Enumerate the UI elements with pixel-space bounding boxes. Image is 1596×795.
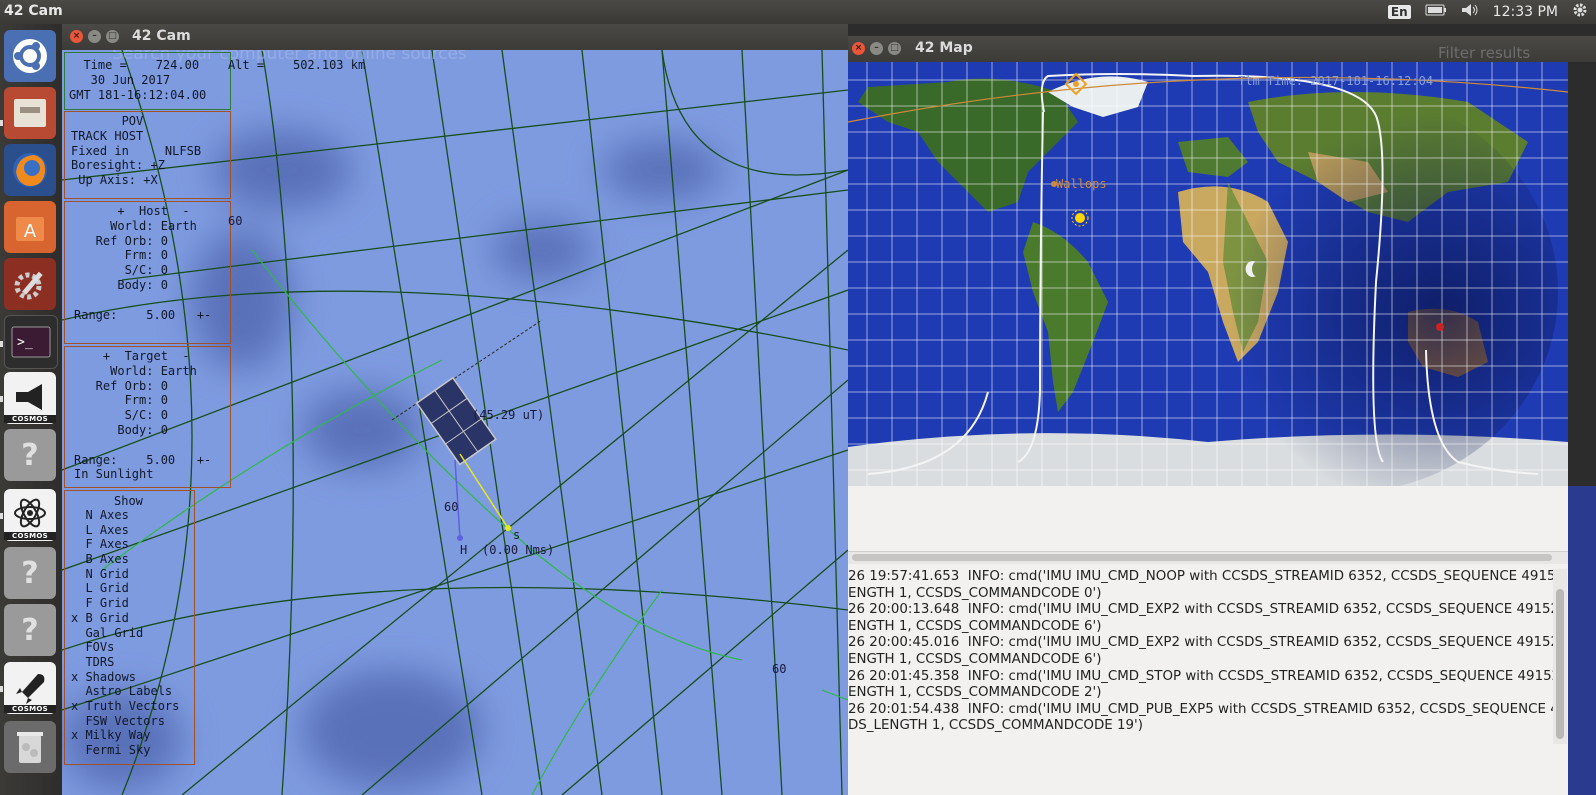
top-panel: 42 Cam En 12:33 PM [0, 0, 1596, 24]
log-text[interactable]: 26 19:57:41.653 INFO: cmd('IMU IMU_CMD_N… [848, 569, 1553, 744]
map-window: × – □ 42 Map Filter results Tlm Time: 20… [848, 36, 1596, 486]
show-option[interactable]: x B Grid [71, 611, 179, 626]
firefox-icon[interactable] [4, 144, 56, 196]
scrollbar-thumb[interactable] [1556, 589, 1564, 739]
maximize-icon[interactable]: □ [888, 42, 901, 55]
desktop-edge [1568, 486, 1596, 795]
running-indicator [0, 513, 3, 519]
active-app-title: 42 Cam [4, 3, 63, 19]
cosmos-atom-icon[interactable]: COSMOS [4, 489, 56, 541]
window-title: 42 Map [915, 40, 973, 56]
running-indicator [0, 341, 3, 347]
filter-results-ghost: Filter results [1438, 44, 1531, 62]
log-line: 26 20:00:45.016 INFO: cmd('IMU IMU_CMD_E… [848, 635, 1553, 651]
sun-vector-label: s [513, 528, 521, 542]
system-tray: En 12:33 PM [1387, 2, 1588, 22]
log-line: 26 20:01:54.438 INFO: cmd('IMU IMU_CMD_P… [848, 701, 1553, 717]
target-readout[interactable]: + Target - World: Earth Ref Orb: 0 Frm: … [74, 349, 211, 482]
show-options[interactable]: N Axes L Axes F Axes B Axes N Grid L Gri… [71, 508, 179, 758]
show-option[interactable]: N Axes [71, 508, 179, 523]
ubuntu-dash-icon[interactable] [4, 30, 56, 82]
show-option[interactable]: FSW Vectors [71, 714, 179, 729]
command-log-panel: 26 19:57:41.653 INFO: cmd('IMU IMU_CMD_N… [848, 486, 1596, 795]
grid-label: 60 [444, 500, 459, 514]
show-option[interactable]: Gal Grid [71, 626, 179, 641]
log-line: 26 20:01:45.358 INFO: cmd('IMU IMU_CMD_S… [848, 668, 1553, 684]
log-line: DS_LENGTH 1, CCSDS_COMMANDCODE 19') [848, 718, 1143, 734]
show-option[interactable]: x Truth Vectors [71, 699, 179, 714]
log-line: ENGTH 1, CCSDS_COMMANDCODE 2') [848, 685, 1102, 701]
host-readout[interactable]: + Host - World: Earth Ref Orb: 0 Frm: 0 … [74, 204, 211, 322]
show-title: Show [114, 494, 143, 508]
cam-window: × – □ 42 Cam Search your computer and on… [62, 24, 848, 795]
svg-text:A: A [24, 221, 37, 242]
show-option[interactable]: F Grid [71, 596, 179, 611]
show-option[interactable]: F Axes [71, 537, 179, 552]
log-line: ENGTH 1, CCSDS_COMMANDCODE 6') [848, 618, 1102, 634]
files-icon[interactable] [4, 87, 56, 139]
show-option[interactable]: x Shadows [71, 670, 179, 685]
unknown-app-icon[interactable]: ? [4, 604, 56, 656]
unknown-app-icon[interactable]: ? [4, 547, 56, 599]
show-option[interactable]: FOVs [71, 640, 179, 655]
grid-label: 60 [228, 214, 243, 228]
momentum-value: (0.00 Nms) [482, 543, 555, 557]
show-option[interactable]: N Grid [71, 567, 179, 582]
running-indicator [0, 396, 3, 402]
momentum-label: H [460, 543, 468, 557]
show-option[interactable]: x Milky Way [71, 728, 179, 743]
close-icon[interactable]: × [852, 42, 865, 55]
cam-titlebar[interactable]: × – □ 42 Cam [62, 24, 848, 50]
log-line: 26 20:00:13.648 INFO: cmd('IMU IMU_CMD_E… [848, 602, 1553, 618]
gear-icon[interactable] [1572, 2, 1588, 22]
software-center-icon[interactable]: A [4, 201, 56, 253]
cam-canvas[interactable]: Search your computer and online sources … [62, 50, 848, 795]
svg-text:>_: >_ [17, 335, 33, 350]
running-indicator [0, 120, 3, 126]
running-indicator [0, 686, 3, 692]
keyboard-indicator[interactable]: En [1387, 5, 1411, 19]
show-option[interactable]: L Grid [71, 581, 179, 596]
ground-station-label: Wallops [1056, 177, 1107, 191]
map-canvas[interactable]: Tlm Time: 2017-181-16:12:04 Wallops [848, 62, 1568, 486]
telemetry-time: Tlm Time: 2017-181-16:12:04 [1238, 74, 1434, 88]
log-line: ENGTH 1, CCSDS_COMMANDCODE 0') [848, 585, 1102, 601]
show-option[interactable]: B Axes [71, 552, 179, 567]
time-readout: Time = 724.00 Alt = 502.103 km 30 Jun 20… [69, 58, 366, 102]
horizontal-scrollbar[interactable] [848, 551, 1568, 564]
cosmos-rocket-icon[interactable]: COSMOS [4, 662, 56, 714]
vertical-scrollbar[interactable] [1553, 569, 1567, 744]
terminal-icon[interactable]: >_ [4, 315, 58, 369]
minimize-icon[interactable]: – [870, 42, 883, 55]
show-option[interactable]: Astro Labels [71, 684, 179, 699]
launcher: A >_ COSMOS ? COSMOS ? ? COSMOS [0, 24, 62, 795]
scrollbar-thumb[interactable] [852, 554, 1552, 561]
show-option[interactable]: TDRS [71, 655, 179, 670]
trash-icon[interactable] [4, 721, 56, 773]
map-titlebar[interactable]: × – □ 42 Map Filter results [848, 36, 1596, 62]
minimize-icon[interactable]: – [88, 30, 101, 43]
clock[interactable]: 12:33 PM [1493, 4, 1558, 20]
log-line: 26 19:57:41.653 INFO: cmd('IMU IMU_CMD_N… [848, 569, 1553, 584]
log-line: ENGTH 1, CCSDS_COMMANDCODE 6') [848, 651, 1102, 667]
show-option[interactable]: Fermi Sky [71, 743, 179, 758]
grid-label: 60 [772, 662, 787, 676]
show-option[interactable]: L Axes [71, 523, 179, 538]
unknown-app-icon[interactable]: ? [4, 429, 56, 481]
window-title: 42 Cam [132, 28, 191, 44]
cosmos-cmd-tlm-icon[interactable]: COSMOS [4, 372, 56, 424]
maximize-icon[interactable]: □ [106, 30, 119, 43]
close-icon[interactable]: × [70, 30, 83, 43]
field-strength-label: (45.29 uT) [472, 408, 545, 422]
battery-icon[interactable] [1425, 4, 1447, 20]
volume-icon[interactable] [1461, 3, 1479, 21]
system-settings-icon[interactable] [4, 258, 56, 310]
pov-readout[interactable]: POV TRACK HOST Fixed in NLFSB Boresight: +Z… [71, 114, 201, 188]
